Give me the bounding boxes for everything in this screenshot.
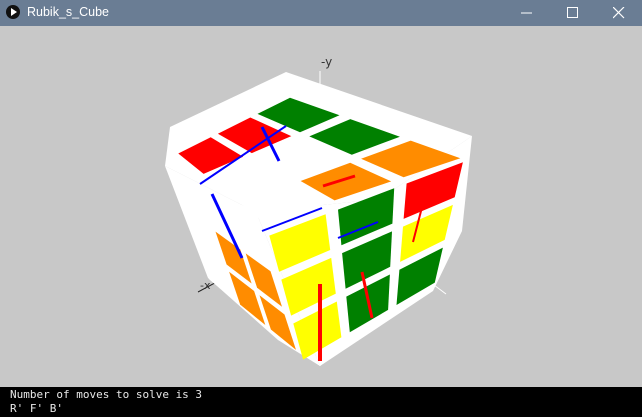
maximize-icon	[567, 7, 578, 18]
window-title: Rubik_s_Cube	[27, 5, 109, 19]
minimize-icon	[521, 12, 532, 14]
cube-viewport[interactable]: -y -x	[0, 26, 642, 387]
rubiks-cube[interactable]	[165, 72, 472, 366]
solution-sequence: R' F' B'	[10, 402, 63, 415]
render-canvas[interactable]: -y -x	[0, 26, 642, 387]
moves-count-text: Number of moves to solve is 3	[10, 388, 203, 401]
app-window: Rubik_s_Cube -y -x Number of moves to so…	[0, 0, 642, 417]
axis-x-label: -x	[200, 279, 211, 292]
axis-y-label: -y	[321, 55, 332, 69]
console-output: Number of moves to solve is 3 R' F' B'	[0, 387, 642, 417]
title-bar[interactable]: Rubik_s_Cube	[0, 0, 642, 26]
maximize-button[interactable]	[550, 0, 596, 26]
close-button[interactable]	[596, 0, 642, 26]
app-icon	[6, 5, 20, 19]
minimize-button[interactable]	[504, 0, 550, 26]
close-icon	[613, 7, 625, 19]
